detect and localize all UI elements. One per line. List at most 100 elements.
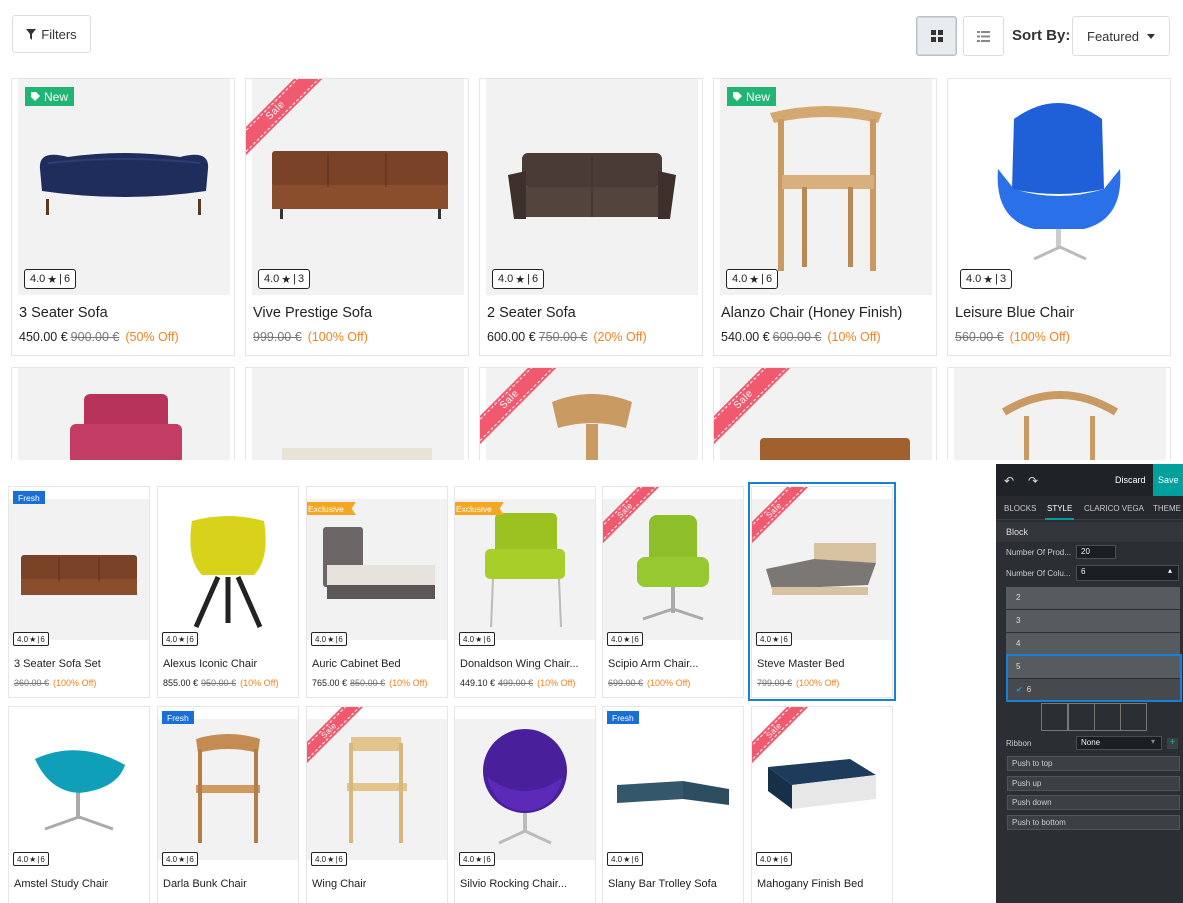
discard-button[interactable]: Discard xyxy=(1115,475,1146,485)
redo-icon[interactable]: ↷ xyxy=(1028,474,1038,488)
sort-select[interactable]: Featured xyxy=(1072,16,1170,56)
column-grid-cell[interactable] xyxy=(1094,703,1121,731)
product-card[interactable] xyxy=(245,367,469,460)
tab-theme[interactable]: THEME xyxy=(1153,504,1181,513)
push-down-button[interactable]: Push down xyxy=(1007,795,1180,810)
push-up-button[interactable]: Push up xyxy=(1007,776,1180,791)
product-card[interactable]: Exclusive 4.0 ★ | 6 Auric Cabinet Bed 765.0… xyxy=(306,486,448,698)
product-name[interactable]: Alexus Iconic Chair xyxy=(163,658,257,670)
chevron-down-icon: ▾ xyxy=(1150,737,1155,746)
product-card[interactable]: Sale xyxy=(479,367,703,460)
product-image[interactable]: 4.0 ★ | 6 xyxy=(486,79,698,295)
save-button[interactable]: Save xyxy=(1153,464,1183,496)
product-image[interactable] xyxy=(158,719,298,860)
product-card[interactable]: Fresh 4.0 ★ | 6 Darla Bunk Chair xyxy=(157,706,299,903)
product-card[interactable]: New 4.0 ★ | 6 Alanzo Chair (Honey Finish) 5… xyxy=(713,78,937,356)
tab-clarico-vega[interactable]: CLARICO VEGA xyxy=(1084,504,1144,513)
rating-badge: 4.0 ★ | 6 xyxy=(24,269,77,289)
num-columns-select[interactable]: 6 ▴ xyxy=(1076,565,1179,581)
ribbon-select[interactable]: None ▾ xyxy=(1076,736,1162,750)
product-card[interactable]: Sale 4.0 ★ | 6 Scipio Arm Chair... 699.00 €… xyxy=(602,486,744,698)
product-image[interactable] xyxy=(954,368,1166,460)
product-card[interactable] xyxy=(947,367,1171,460)
sort-value: Featured xyxy=(1087,28,1140,44)
chair-picture xyxy=(196,734,260,843)
tab-style[interactable]: STYLE xyxy=(1044,504,1075,520)
product-name[interactable]: Auric Cabinet Bed xyxy=(312,658,401,670)
product-name[interactable]: 2 Seater Sofa xyxy=(487,305,576,321)
filter-icon xyxy=(26,28,37,40)
product-image[interactable] xyxy=(158,499,298,640)
product-card[interactable]: Sale 4.0 ★ | 6 Mahogany Finish Bed xyxy=(751,706,893,903)
column-grid-cell[interactable] xyxy=(1068,703,1095,731)
rating-badge: 4.0 ★ | 3 xyxy=(960,269,1013,289)
product-card[interactable]: 4.0 ★ | 6 Silvio Rocking Chair... xyxy=(454,706,596,903)
product-name[interactable]: Darla Bunk Chair xyxy=(163,878,247,890)
column-option[interactable]: 4 xyxy=(1006,633,1180,655)
product-card[interactable]: 4.0 ★ | 3 Leisure Blue Chair 560.00 € (100% … xyxy=(947,78,1171,356)
column-grid-cell[interactable] xyxy=(1120,703,1147,731)
num-columns-label: Number Of Colu... xyxy=(1006,569,1071,578)
tab-blocks[interactable]: BLOCKS xyxy=(1004,504,1036,513)
shop-top-view: Filters Sort By: Featured New 4.0 ★ | 6 3 S… xyxy=(0,0,1183,460)
product-image[interactable] xyxy=(455,719,595,860)
rating-badge: 4.0 ★ | 6 xyxy=(162,852,198,866)
product-image[interactable] xyxy=(307,499,447,640)
product-name[interactable]: Amstel Study Chair xyxy=(14,878,108,890)
product-card[interactable]: 4.0 ★ | 3 Sale Vive Prestige Sofa 999.00 €(… xyxy=(245,78,469,356)
num-products-label: Number Of Prod... xyxy=(1006,548,1071,557)
product-card[interactable]: 4.0 ★ | 6 Amstel Study Chair xyxy=(8,706,150,903)
product-card[interactable]: Fresh 4.0 ★ | 6 3 Seater Sofa Set 360.00 €(… xyxy=(8,486,150,698)
product-image[interactable] xyxy=(9,719,149,860)
product-image[interactable]: New 4.0 ★ | 6 xyxy=(18,79,230,295)
push-to-bottom-button[interactable]: Push to bottom xyxy=(1007,815,1180,830)
product-name[interactable]: Donaldson Wing Chair... xyxy=(460,658,579,670)
product-name[interactable]: Alanzo Chair (Honey Finish) xyxy=(721,305,902,321)
product-card[interactable]: Exclusive 4.0 ★ | 6 Donaldson Wing Chair...… xyxy=(454,486,596,698)
fresh-badge: Fresh xyxy=(13,491,45,504)
product-image[interactable] xyxy=(9,499,149,640)
product-image[interactable] xyxy=(252,368,464,460)
product-card[interactable]: Sale xyxy=(713,367,937,460)
product-image[interactable] xyxy=(455,499,595,640)
filters-label: Filters xyxy=(41,26,77,42)
rating-badge: 4.0 ★ | 6 xyxy=(607,852,643,866)
product-card[interactable]: 4.0 ★ | 6 2 Seater Sofa 600.00 €750.00 € (20… xyxy=(479,78,703,356)
filters-button[interactable]: Filters xyxy=(12,15,91,53)
product-name[interactable]: 3 Seater Sofa xyxy=(19,305,108,321)
product-card[interactable]: 4.0 ★ | 6 Alexus Iconic Chair 855.00 €950.0… xyxy=(157,486,299,698)
column-option[interactable]: 2 xyxy=(1006,587,1180,609)
list-icon xyxy=(977,30,990,42)
column-grid-cell[interactable] xyxy=(1041,703,1068,731)
product-name[interactable]: Wing Chair xyxy=(312,878,366,890)
sofa-picture xyxy=(21,555,137,595)
rating-badge: 4.0 ★ | 6 xyxy=(311,852,347,866)
product-name[interactable]: Leisure Blue Chair xyxy=(955,305,1074,321)
product-image[interactable] xyxy=(603,719,743,860)
add-ribbon-icon[interactable]: + xyxy=(1167,738,1178,749)
product-name[interactable]: Slany Bar Trolley Sofa xyxy=(608,878,717,890)
product-name[interactable]: Silvio Rocking Chair... xyxy=(460,878,567,890)
tag-icon xyxy=(733,92,742,101)
push-to-top-button[interactable]: Push to top xyxy=(1007,756,1180,771)
num-products-input[interactable]: 20 xyxy=(1076,545,1116,559)
list-view-button[interactable] xyxy=(963,16,1004,56)
sale-ribbon: Sale xyxy=(480,368,560,448)
product-image[interactable]: New 4.0 ★ | 6 xyxy=(720,79,932,295)
product-name[interactable]: 3 Seater Sofa Set xyxy=(14,658,101,670)
product-card[interactable] xyxy=(11,367,235,460)
product-name[interactable]: Mahogany Finish Bed xyxy=(757,878,863,890)
fresh-badge: Fresh xyxy=(162,711,194,724)
product-card[interactable]: Sale 4.0 ★ | 6 Wing Chair xyxy=(306,706,448,903)
product-name[interactable]: Scipio Arm Chair... xyxy=(608,658,698,670)
product-image[interactable] xyxy=(18,368,230,460)
product-name[interactable]: Vive Prestige Sofa xyxy=(253,305,372,321)
product-card[interactable]: Fresh 4.0 ★ | 6 Slany Bar Trolley Sofa xyxy=(602,706,744,903)
grid-view-button[interactable] xyxy=(916,16,957,56)
undo-icon[interactable]: ↶ xyxy=(1004,474,1014,488)
product-price: 765.00 €850.00 € (10% Off) xyxy=(312,678,428,688)
product-image[interactable]: 4.0 ★ | 3 xyxy=(954,79,1166,295)
product-card[interactable]: New 4.0 ★ | 6 3 Seater Sofa 450.00 €900.00 … xyxy=(11,78,235,356)
star-icon: ★ xyxy=(623,634,631,644)
column-option[interactable]: 3 xyxy=(1006,610,1180,632)
